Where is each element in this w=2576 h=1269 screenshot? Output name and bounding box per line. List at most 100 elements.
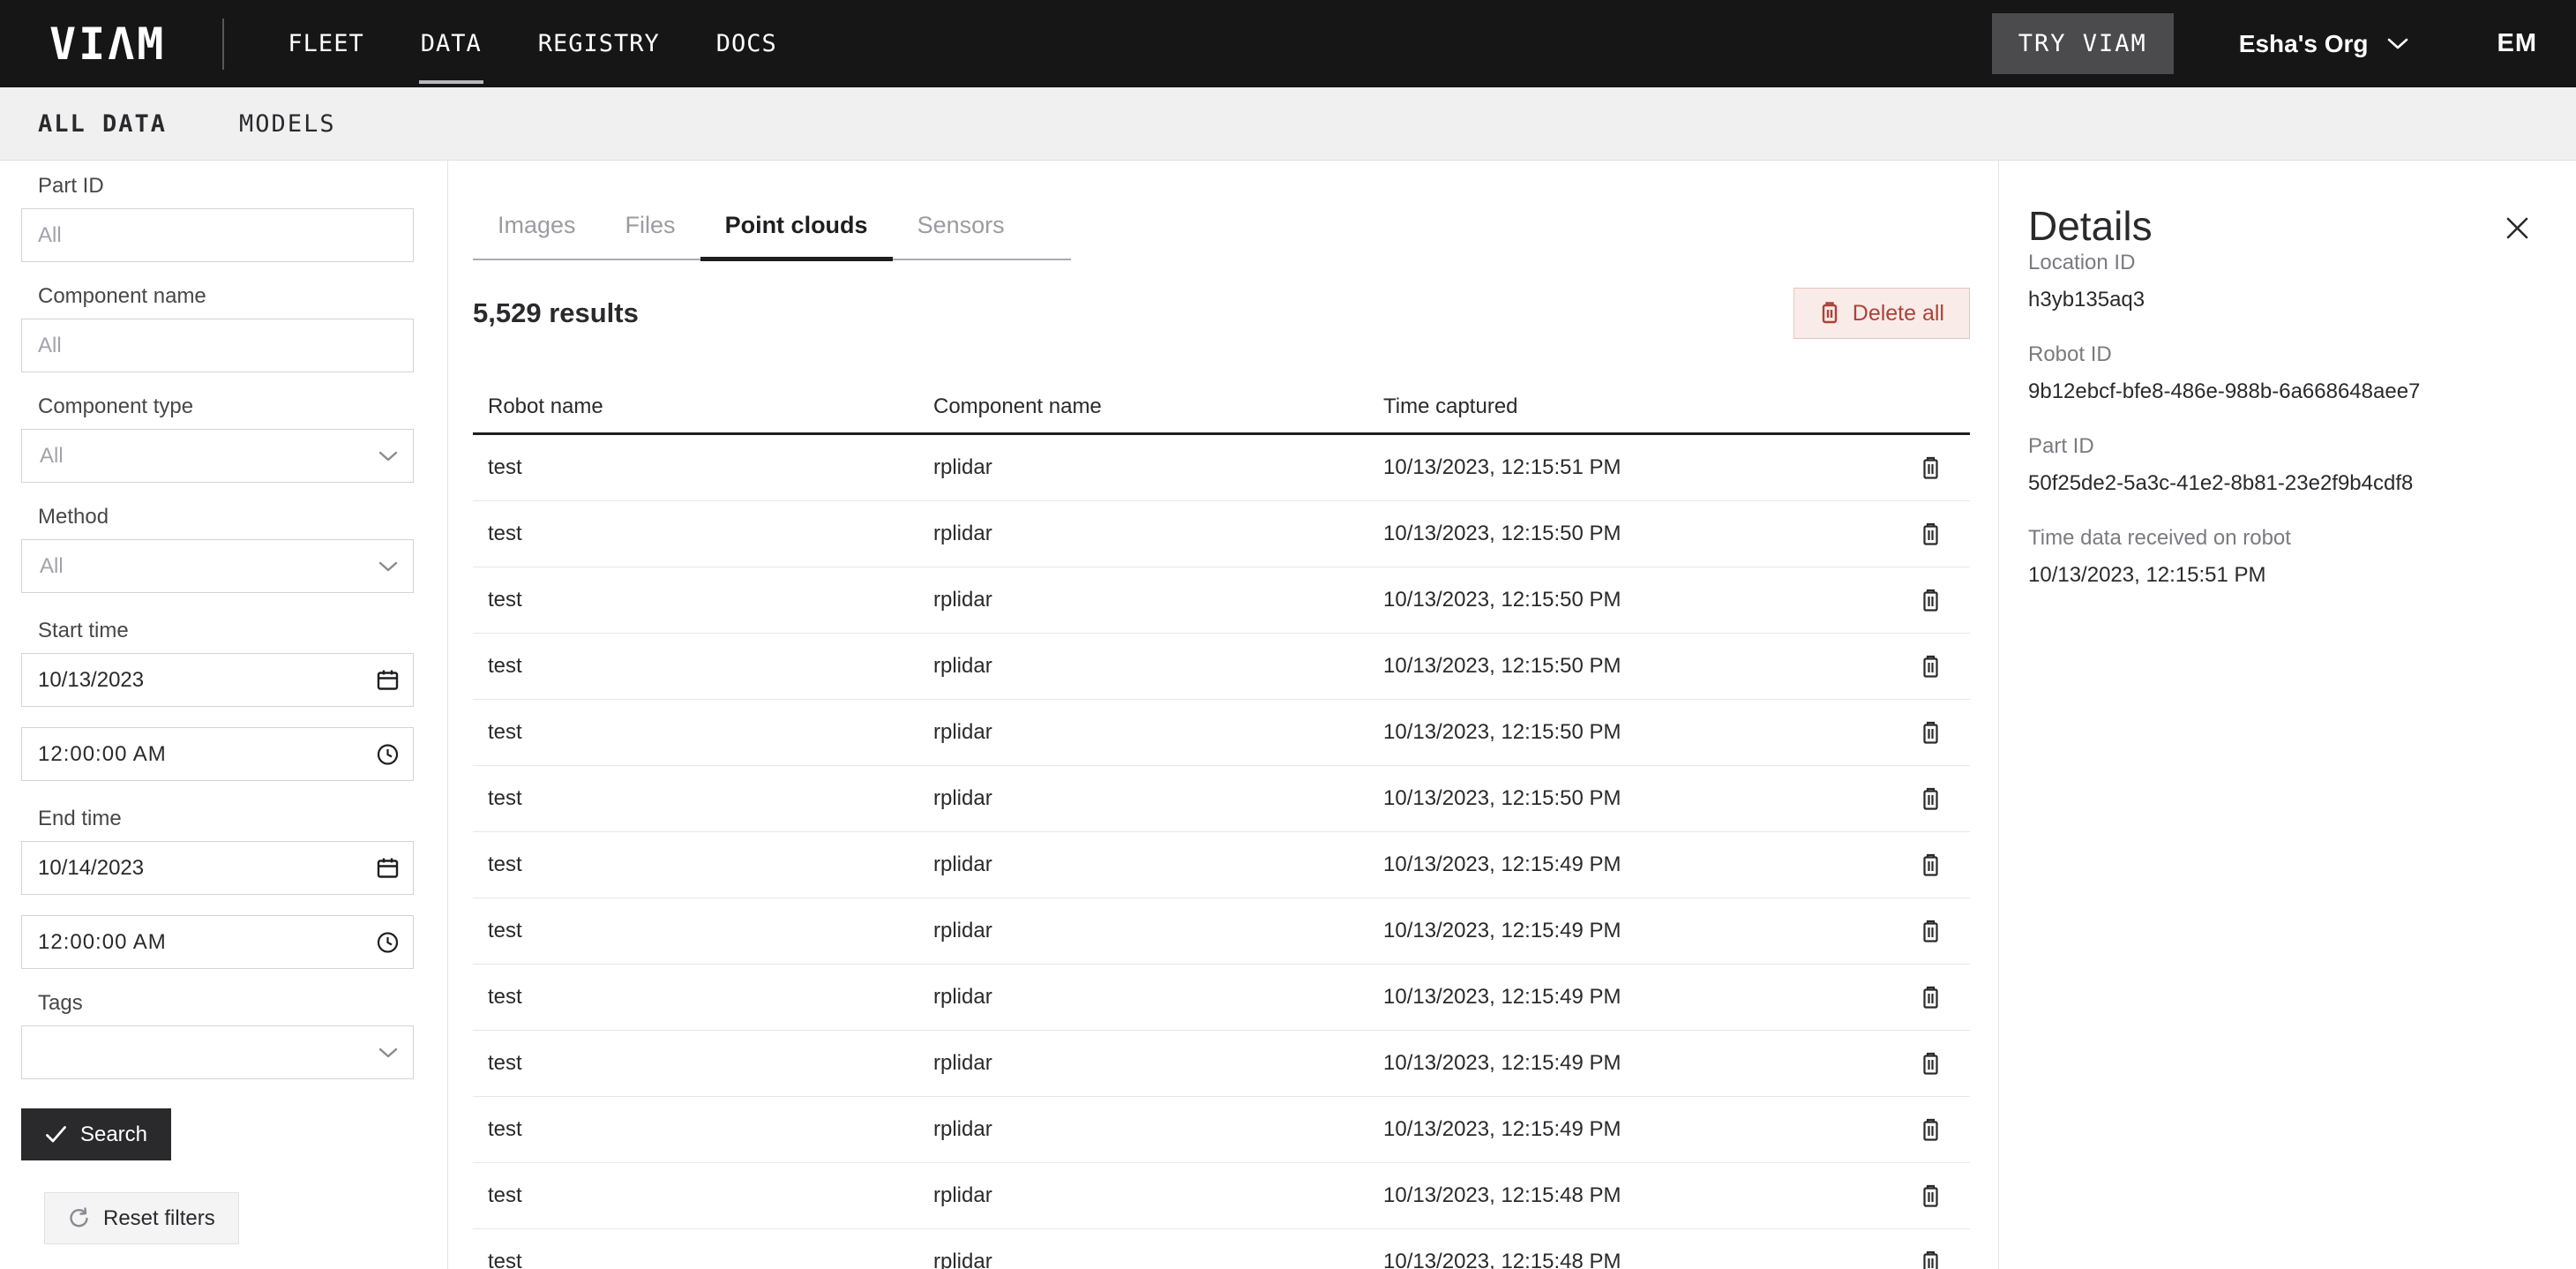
cell-robot-name: test <box>473 1117 918 1142</box>
cell-robot-name: test <box>473 588 918 612</box>
delete-row-button[interactable] <box>1917 784 1944 815</box>
tags-select[interactable] <box>21 1025 414 1079</box>
table-row[interactable]: test rplidar 10/13/2023, 12:15:50 PM <box>473 700 1970 766</box>
column-component-name: Component name <box>918 394 1368 419</box>
tab-all-data[interactable]: ALL DATA <box>38 110 167 138</box>
part-id-input[interactable] <box>21 208 414 262</box>
nav-item-registry[interactable]: REGISTRY <box>533 23 665 64</box>
main-content: Images Files Point clouds Sensors 5,529 … <box>448 161 1998 1269</box>
tab-point-clouds[interactable]: Point clouds <box>700 212 893 259</box>
delete-row-button[interactable] <box>1917 916 1944 947</box>
trash-icon <box>1921 522 1941 546</box>
component-type-select[interactable]: All <box>21 429 414 483</box>
detail-label: Robot ID <box>2028 342 2535 368</box>
cell-time-captured: 10/13/2023, 12:15:51 PM <box>1368 455 1902 480</box>
detail-time-received: Time data received on robot 10/13/2023, … <box>2028 525 2535 589</box>
close-icon <box>2505 215 2530 241</box>
detail-label: Time data received on robot <box>2028 525 2535 552</box>
cell-robot-name: test <box>473 522 918 546</box>
method-label: Method <box>38 504 414 530</box>
detail-part-id: Part ID 50f25de2-5a3c-41e2-8b81-23e2f9b4… <box>2028 433 2535 497</box>
trash-icon <box>1921 853 1941 877</box>
end-time-label: End time <box>38 806 414 832</box>
delete-row-button[interactable] <box>1917 1247 1944 1269</box>
filter-sidebar: Part ID Component name Component type Al… <box>0 161 448 1269</box>
cell-time-captured: 10/13/2023, 12:15:48 PM <box>1368 1183 1902 1208</box>
table-row[interactable]: test rplidar 10/13/2023, 12:15:51 PM <box>473 435 1970 501</box>
nav-divider <box>222 19 224 70</box>
results-count: 5,529 results <box>473 297 639 329</box>
trash-icon <box>1921 1052 1941 1076</box>
table-row[interactable]: test rplidar 10/13/2023, 12:15:50 PM <box>473 501 1970 567</box>
check-icon <box>45 1125 67 1144</box>
top-nav: VIΛM FLEET DATA REGISTRY DOCS TRY VIAM E… <box>0 0 2576 87</box>
cell-robot-name: test <box>473 786 918 811</box>
tab-images[interactable]: Images <box>473 212 601 259</box>
end-time-input[interactable] <box>21 915 414 969</box>
primary-nav: FLEET DATA REGISTRY DOCS <box>282 23 827 64</box>
component-name-label: Component name <box>38 283 414 310</box>
search-button[interactable]: Search <box>21 1108 171 1160</box>
reset-filters-button[interactable]: Reset filters <box>44 1192 239 1244</box>
start-time-input[interactable] <box>21 727 414 781</box>
delete-row-button[interactable] <box>1917 585 1944 616</box>
cell-component-name: rplidar <box>918 852 1368 877</box>
end-date-input[interactable] <box>21 841 414 895</box>
table-row[interactable]: test rplidar 10/13/2023, 12:15:49 PM <box>473 965 1970 1031</box>
cell-robot-name: test <box>473 1250 918 1269</box>
delete-all-button[interactable]: Delete all <box>1793 288 1970 339</box>
cell-robot-name: test <box>473 985 918 1010</box>
viam-logo[interactable]: VIΛM <box>49 22 166 66</box>
nav-item-fleet[interactable]: FLEET <box>282 23 369 64</box>
table-row[interactable]: test rplidar 10/13/2023, 12:15:50 PM <box>473 766 1970 832</box>
table-row[interactable]: test rplidar 10/13/2023, 12:15:50 PM <box>473 634 1970 700</box>
cell-component-name: rplidar <box>918 919 1368 943</box>
table-row[interactable]: test rplidar 10/13/2023, 12:15:49 PM <box>473 1031 1970 1097</box>
table-row[interactable]: test rplidar 10/13/2023, 12:15:48 PM <box>473 1163 1970 1229</box>
method-select[interactable]: All <box>21 539 414 593</box>
table-row[interactable]: test rplidar 10/13/2023, 12:15:49 PM <box>473 898 1970 965</box>
delete-row-button[interactable] <box>1917 850 1944 881</box>
close-details-button[interactable] <box>2499 210 2535 246</box>
detail-value: h3yb135aq3 <box>2028 287 2535 313</box>
nav-item-data[interactable]: DATA <box>416 23 487 64</box>
chevron-down-icon <box>378 450 399 462</box>
cell-component-name: rplidar <box>918 588 1368 612</box>
delete-row-button[interactable] <box>1917 982 1944 1013</box>
org-switcher[interactable]: Esha's Org <box>2239 30 2409 58</box>
tab-files[interactable]: Files <box>601 212 700 259</box>
cell-time-captured: 10/13/2023, 12:15:48 PM <box>1368 1250 1902 1269</box>
nav-item-docs[interactable]: DOCS <box>711 23 783 64</box>
cell-time-captured: 10/13/2023, 12:15:50 PM <box>1368 786 1902 811</box>
delete-row-button[interactable] <box>1917 453 1944 484</box>
cell-component-name: rplidar <box>918 985 1368 1010</box>
part-id-label: Part ID <box>38 173 414 199</box>
delete-row-button[interactable] <box>1917 1048 1944 1079</box>
tab-models[interactable]: MODELS <box>239 110 336 138</box>
table-row[interactable]: test rplidar 10/13/2023, 12:15:49 PM <box>473 1097 1970 1163</box>
table-row[interactable]: test rplidar 10/13/2023, 12:15:49 PM <box>473 832 1970 898</box>
cell-robot-name: test <box>473 654 918 679</box>
cell-component-name: rplidar <box>918 720 1368 745</box>
delete-row-button[interactable] <box>1917 519 1944 550</box>
table-body: test rplidar 10/13/2023, 12:15:51 PM <box>473 435 1970 1269</box>
trash-icon <box>1921 1184 1941 1208</box>
trash-icon <box>1921 1118 1941 1142</box>
trash-icon <box>1921 655 1941 679</box>
avatar[interactable]: EM <box>2497 29 2538 58</box>
details-panel: Details Location ID h3yb135aq3 Robot ID … <box>1998 161 2576 1269</box>
detail-value: 10/13/2023, 12:15:51 PM <box>2028 562 2535 589</box>
delete-row-button[interactable] <box>1917 1181 1944 1212</box>
tab-sensors[interactable]: Sensors <box>893 212 1030 259</box>
trash-icon <box>1921 920 1941 943</box>
delete-row-button[interactable] <box>1917 1115 1944 1145</box>
cell-component-name: rplidar <box>918 786 1368 811</box>
try-viam-button[interactable]: TRY VIAM <box>1992 13 2174 74</box>
delete-row-button[interactable] <box>1917 717 1944 748</box>
table-row[interactable]: test rplidar 10/13/2023, 12:15:50 PM <box>473 567 1970 634</box>
cell-robot-name: test <box>473 852 918 877</box>
start-date-input[interactable] <box>21 653 414 707</box>
delete-row-button[interactable] <box>1917 651 1944 682</box>
table-row[interactable]: test rplidar 10/13/2023, 12:15:48 PM <box>473 1229 1970 1269</box>
component-name-input[interactable] <box>21 319 414 372</box>
